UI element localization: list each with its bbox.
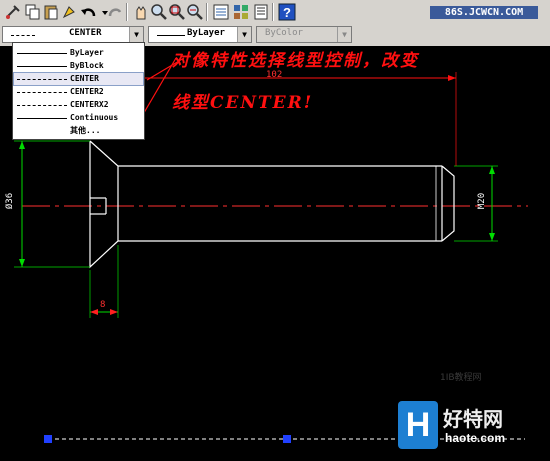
dimension-thread: M20 — [477, 192, 488, 210]
linetype-option-selected[interactable]: CENTER — [13, 72, 144, 86]
linetype-option[interactable]: CENTERX2 — [14, 99, 143, 111]
dimensions — [14, 140, 498, 318]
dimension-diameter: Ø36 — [5, 192, 16, 210]
annotation-line-1: 对像特性选择线型控制，改变 — [172, 51, 419, 71]
linetype-option[interactable]: CENTER2 — [14, 86, 143, 98]
logo-url: haote.com — [445, 431, 506, 445]
dimension-length: 102 — [266, 70, 283, 80]
dimension-head: 8 — [100, 300, 106, 310]
watermark-text: 1IB教程网 — [440, 373, 482, 383]
annotation-line-2: 线型CENTER! — [172, 93, 314, 113]
screw-outline — [89, 140, 455, 269]
linetype-option[interactable]: Continuous — [14, 112, 143, 124]
haote-logo: H 好特网 haote.com — [398, 401, 528, 457]
linetype-option[interactable]: ByLayer — [14, 47, 143, 59]
linetype-option[interactable]: ByBlock — [14, 60, 143, 72]
grip — [283, 435, 291, 443]
logo-icon: H — [398, 401, 438, 449]
linetype-dropdown-list[interactable]: ByLayer ByBlock CENTER CENTER2 CENTERX2 … — [12, 42, 145, 140]
grip — [44, 435, 52, 443]
linetype-option-other[interactable]: 其他... — [14, 125, 143, 137]
logo-text: 好特网 — [443, 407, 503, 431]
